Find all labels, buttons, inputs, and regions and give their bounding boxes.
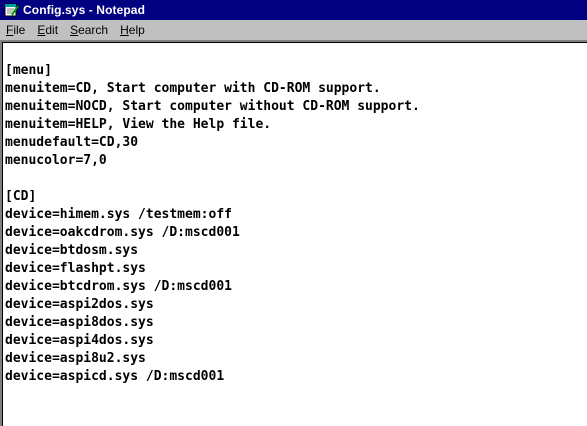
text-line: menuitem=CD, Start computer with CD-ROM … bbox=[5, 81, 381, 96]
document-lines: [menu] menuitem=CD, Start computer with … bbox=[5, 62, 420, 386]
text-line: device=btcdrom.sys /D:mscd001 bbox=[5, 279, 232, 294]
text-line: menuitem=NOCD, Start computer without CD… bbox=[5, 99, 420, 114]
menu-file-label: ile bbox=[13, 23, 26, 37]
text-line: [menu] bbox=[5, 63, 52, 78]
text-line: device=oakcdrom.sys /D:mscd001 bbox=[5, 225, 240, 240]
menu-search-accel: S bbox=[70, 23, 79, 37]
text-line: device=aspicd.sys /D:mscd001 bbox=[5, 369, 225, 384]
notepad-window: Config.sys - Notepad File Edit Search He… bbox=[0, 0, 587, 426]
text-line: device=btdosm.sys bbox=[5, 243, 139, 258]
menu-help[interactable]: Help bbox=[114, 20, 151, 40]
menu-help-accel: H bbox=[120, 23, 129, 37]
window-title: Config.sys - Notepad bbox=[23, 3, 146, 17]
menu-file[interactable]: File bbox=[0, 20, 31, 40]
text-line bbox=[5, 170, 420, 188]
text-line: device=flashpt.sys bbox=[5, 261, 146, 276]
text-line: device=aspi2dos.sys bbox=[5, 297, 154, 312]
menu-search[interactable]: Search bbox=[64, 20, 114, 40]
menu-edit-label: dit bbox=[45, 23, 59, 37]
menu-edit[interactable]: Edit bbox=[31, 20, 64, 40]
text-line: device=aspi8u2.sys bbox=[5, 351, 146, 366]
text-line: menuitem=HELP, View the Help file. bbox=[5, 117, 272, 132]
text-line: menudefault=CD,30 bbox=[5, 135, 139, 150]
menu-help-label: elp bbox=[128, 23, 145, 37]
title-bar[interactable]: Config.sys - Notepad bbox=[0, 0, 587, 20]
menu-bar: File Edit Search Help bbox=[0, 20, 587, 40]
notepad-icon[interactable] bbox=[3, 2, 19, 18]
text-line: device=aspi4dos.sys bbox=[5, 333, 154, 348]
text-line: device=himem.sys /testmem:off bbox=[5, 207, 232, 222]
menu-search-label: earch bbox=[78, 23, 109, 37]
text-line: menucolor=7,0 bbox=[5, 153, 107, 168]
text-editor[interactable]: [menu] menuitem=CD, Start computer with … bbox=[0, 40, 587, 426]
text-line: device=aspi8dos.sys bbox=[5, 315, 154, 330]
text-line: [CD] bbox=[5, 189, 37, 204]
text-editor-frame: [menu] menuitem=CD, Start computer with … bbox=[2, 42, 587, 426]
